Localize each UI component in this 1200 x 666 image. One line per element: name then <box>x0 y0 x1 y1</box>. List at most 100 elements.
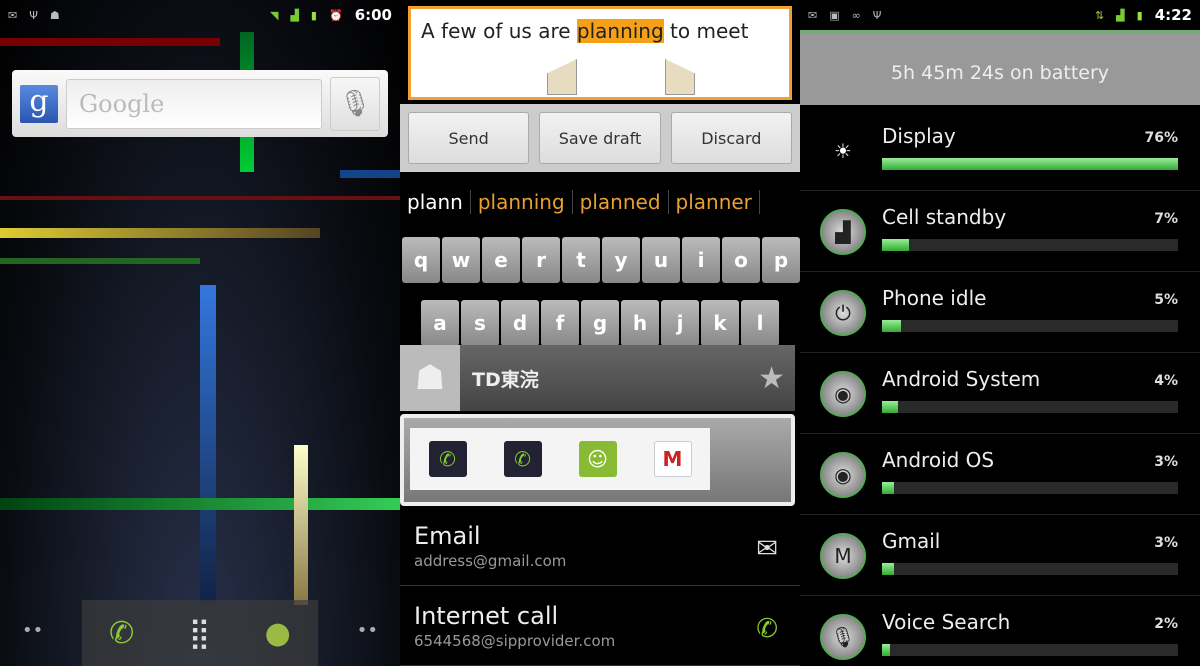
key-q[interactable]: q <box>402 237 440 283</box>
battery-icon: ▮ <box>310 8 317 22</box>
battery-item-voice-search[interactable]: 🎙 Voice Search 2% <box>800 596 1200 666</box>
text: to meet <box>663 19 749 43</box>
star-icon[interactable]: ★ <box>758 361 795 396</box>
sip-call-icon[interactable]: ✆ <box>503 441 542 477</box>
discard-button[interactable]: Discard <box>670 112 792 164</box>
display-icon: ☀ <box>834 139 852 163</box>
item-name: Cell standby <box>882 205 1007 229</box>
phone-idle-icon: ⏻ <box>820 290 866 336</box>
compose-actions: Send Save draft Discard <box>400 104 800 172</box>
usage-bar-fill <box>882 320 902 332</box>
key-d[interactable]: d <box>501 300 539 346</box>
contact-name: TD東浣 <box>472 368 539 391</box>
mail-icon: ✉ <box>8 8 18 22</box>
google-logo-icon[interactable]: g <box>20 84 58 123</box>
key-f[interactable]: f <box>541 300 579 346</box>
key-g[interactable]: g <box>581 300 619 346</box>
usage-bar-fill <box>882 239 910 251</box>
selected-text: planning <box>576 19 664 43</box>
battery-item-gmail[interactable]: M Gmail 3% <box>800 515 1200 596</box>
item-percent: 7% <box>1154 211 1178 227</box>
apps-grid-icon[interactable]: ⣿ <box>188 616 210 651</box>
status-bar: ✉ Ψ ☗ ◥ ▟ ▮ ⏰ 6:00 <box>0 0 400 30</box>
item-name: Voice Search <box>882 610 1011 634</box>
android-icon: ☗ <box>49 8 60 22</box>
key-p[interactable]: p <box>762 237 800 283</box>
suggestion[interactable]: planned <box>573 190 669 214</box>
item-name: Android System <box>882 367 1041 391</box>
data-icon: ⇅ <box>1094 8 1105 22</box>
usage-bar-fill <box>882 563 894 575</box>
key-r[interactable]: r <box>522 237 560 283</box>
row-title: Email <box>414 522 481 550</box>
row-title: Internet call <box>414 602 559 630</box>
page-indicator-left[interactable]: •• <box>22 620 43 641</box>
suggestion[interactable]: planning <box>471 190 573 214</box>
key-o[interactable]: o <box>722 237 760 283</box>
microphone-icon[interactable]: 🎙 <box>330 76 380 131</box>
battery-item-display[interactable]: ☀ Display 76% <box>800 110 1200 191</box>
key-a[interactable]: a <box>421 300 459 346</box>
wallpaper-streak <box>0 498 400 510</box>
battery-summary: 5h 45m 24s on battery <box>890 62 1110 84</box>
keyboard-row-2: asdfghjkl <box>400 300 800 346</box>
key-i[interactable]: i <box>682 237 720 283</box>
item-percent: 2% <box>1154 616 1178 632</box>
message-text-field[interactable]: A few of us are planning to meet <box>408 6 792 100</box>
key-e[interactable]: e <box>482 237 520 283</box>
quick-contact-actions: ✆ ✆ ☺ M <box>400 414 795 506</box>
search-input[interactable]: Google <box>66 78 322 129</box>
alarm-icon: ⏰ <box>328 8 343 22</box>
signal-icon: ▟ <box>1116 8 1125 22</box>
key-y[interactable]: y <box>602 237 640 283</box>
android-os-icon: ◉ <box>820 452 866 498</box>
battery-item-phone-idle[interactable]: ⏻ Phone idle 5% <box>800 272 1200 353</box>
keyboard-row-1: qwertyuiop <box>400 237 800 283</box>
gmail-icon[interactable]: M <box>653 441 692 477</box>
page-indicator-right[interactable]: •• <box>357 620 378 641</box>
envelope-icon[interactable]: ✉ <box>756 534 778 564</box>
selection-handle-left[interactable] <box>547 59 577 95</box>
save-draft-button[interactable]: Save draft <box>539 112 661 164</box>
internet-call-row[interactable]: Internet call 6544568@sipprovider.com ✆ <box>400 594 800 666</box>
selection-handle-right[interactable] <box>665 59 695 95</box>
wallpaper-streak <box>294 445 308 605</box>
item-name: Android OS <box>882 448 995 472</box>
message-icon[interactable]: ☺ <box>578 441 617 477</box>
usage-bar-fill <box>882 401 898 413</box>
key-k[interactable]: k <box>701 300 739 346</box>
item-percent: 76% <box>1144 130 1178 146</box>
wallpaper-streak <box>0 196 400 200</box>
clock: 6:00 <box>354 6 392 24</box>
wallpaper-streak <box>200 285 216 605</box>
battery-item-android-os[interactable]: ◉ Android OS 3% <box>800 434 1200 515</box>
key-t[interactable]: t <box>562 237 600 283</box>
call-icon[interactable]: ✆ <box>428 441 467 477</box>
briefcase-icon: ▣ <box>829 8 840 22</box>
row-subtitle: 6544568@sipprovider.com <box>414 632 616 650</box>
wallpaper-streak <box>340 170 400 178</box>
battery-graph: 5h 45m 24s on battery <box>800 30 1200 105</box>
suggestion[interactable]: plann <box>400 190 471 214</box>
item-percent: 3% <box>1154 535 1178 551</box>
key-j[interactable]: j <box>661 300 699 346</box>
usage-bar <box>882 401 1178 413</box>
battery-item-cell-standby[interactable]: ▟ Cell standby 7% <box>800 191 1200 272</box>
send-button[interactable]: Send <box>408 112 530 164</box>
key-s[interactable]: s <box>461 300 499 346</box>
suggestion[interactable]: planner <box>669 190 760 214</box>
key-l[interactable]: l <box>741 300 779 346</box>
avatar[interactable]: ☗ <box>400 345 460 411</box>
key-u[interactable]: u <box>642 237 680 283</box>
phone-icon[interactable]: ✆ <box>109 616 134 651</box>
item-percent: 5% <box>1154 292 1178 308</box>
key-w[interactable]: w <box>442 237 480 283</box>
cell-standby-icon: ▟ <box>820 209 866 255</box>
voice-search-icon: 🎙 <box>820 614 866 660</box>
phone-icon[interactable]: ✆ <box>756 614 778 644</box>
battery-item-android-system[interactable]: ◉ Android System 4% <box>800 353 1200 434</box>
browser-icon[interactable]: ● <box>265 616 291 651</box>
android-system-icon: ◉ <box>820 371 866 417</box>
email-row[interactable]: Email address@gmail.com ✉ <box>400 514 800 586</box>
key-h[interactable]: h <box>621 300 659 346</box>
